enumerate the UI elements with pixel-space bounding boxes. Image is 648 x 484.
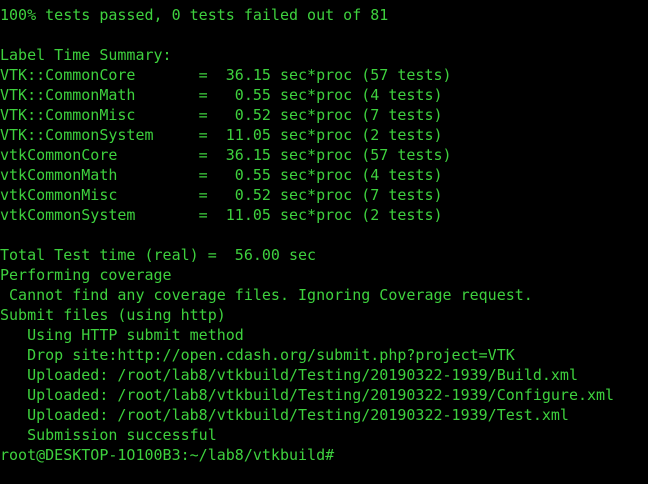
output-line-uploaded-configure: Uploaded: /root/lab8/vtkbuild/Testing/20… (0, 386, 615, 404)
output-line-label-header: Label Time Summary: (0, 46, 172, 64)
command-prompt-line[interactable]: root@DESKTOP-1O100B3:~/lab8/vtkbuild# (0, 445, 648, 465)
output-line-drop-site: Drop site:http://open.cdash.org/submit.p… (0, 346, 515, 364)
output-line-performing-coverage: Performing coverage (0, 266, 172, 284)
output-line-label-vtk-commonsystem: VTK::CommonSystem = 11.05 sec*proc (2 te… (0, 126, 443, 144)
output-line-submit-method: Using HTTP submit method (0, 326, 244, 344)
output-line-label-vtkcommonmisc: vtkCommonMisc = 0.52 sec*proc (7 tests) (0, 186, 443, 204)
output-line-submit-files: Submit files (using http) (0, 306, 226, 324)
output-line-label-vtkcommonsystem: vtkCommonSystem = 11.05 sec*proc (2 test… (0, 206, 443, 224)
shell-prompt: root@DESKTOP-1O100B3:~/lab8/vtkbuild# (0, 446, 335, 464)
output-line-total-time: Total Test time (real) = 56.00 sec (0, 246, 317, 264)
output-line-coverage-warning: Cannot find any coverage files. Ignoring… (0, 286, 533, 304)
output-line-label-vtkcommonmath: vtkCommonMath = 0.55 sec*proc (4 tests) (0, 166, 443, 184)
output-line-label-vtk-commoncore: VTK::CommonCore = 36.15 sec*proc (57 tes… (0, 66, 452, 84)
output-line-summary: 100% tests passed, 0 tests failed out of… (0, 6, 389, 24)
output-line-blank (0, 225, 648, 245)
output-line-uploaded-test: Uploaded: /root/lab8/vtkbuild/Testing/20… (0, 406, 569, 424)
text-cursor (334, 447, 342, 463)
output-line-submission-successful: Submission successful (0, 426, 217, 444)
terminal-window[interactable]: 100% tests passed, 0 tests failed out of… (0, 5, 648, 484)
output-line-label-vtkcommoncore: vtkCommonCore = 36.15 sec*proc (57 tests… (0, 146, 452, 164)
output-line-uploaded-build: Uploaded: /root/lab8/vtkbuild/Testing/20… (0, 366, 578, 384)
output-line-blank (0, 25, 648, 45)
output-line-label-vtk-commonmisc: VTK::CommonMisc = 0.52 sec*proc (7 tests… (0, 106, 443, 124)
output-line-label-vtk-commonmath: VTK::CommonMath = 0.55 sec*proc (4 tests… (0, 86, 443, 104)
